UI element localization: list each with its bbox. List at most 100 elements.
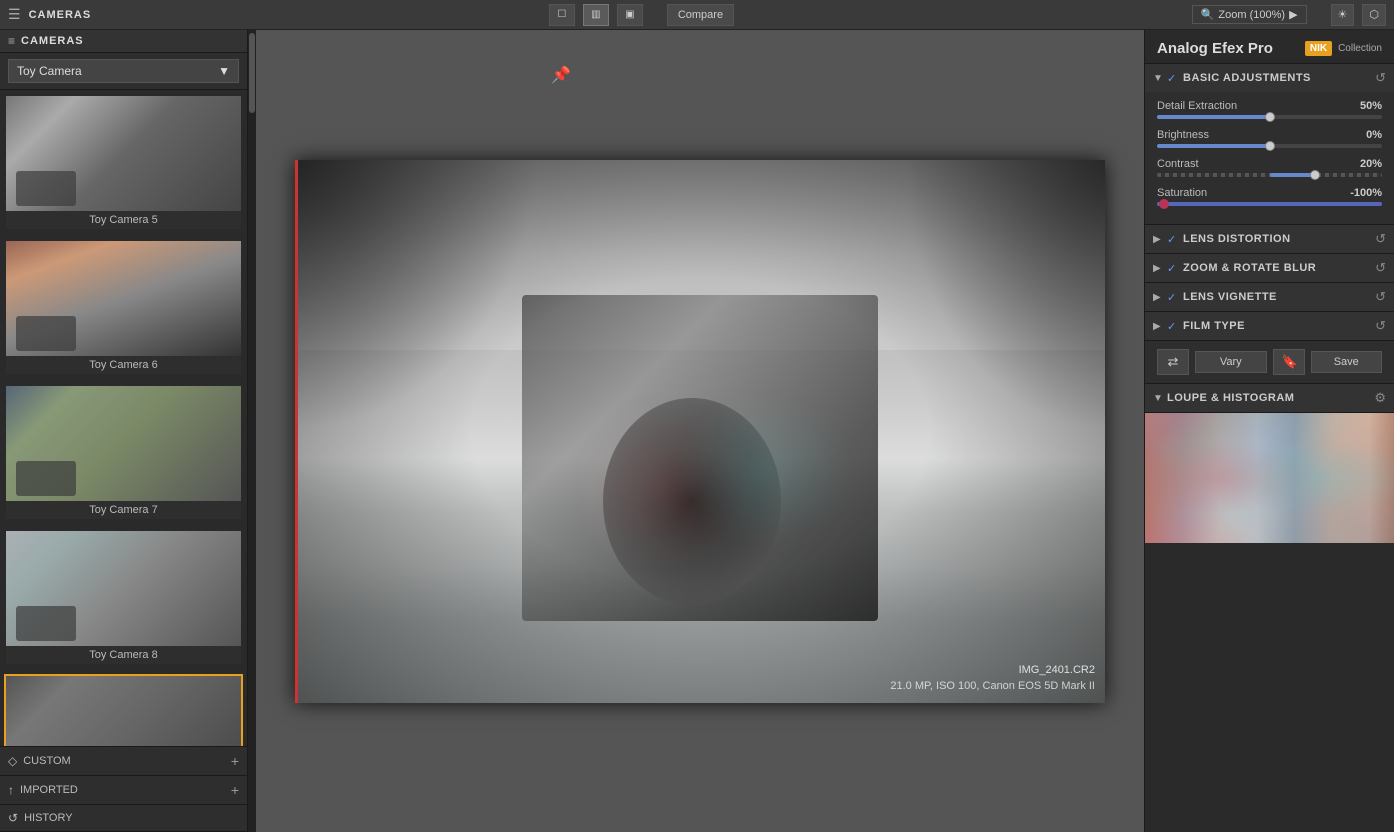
image-container: IMG_2401.CR2 21.0 MP, ISO 100, Canon EOS…	[295, 160, 1105, 703]
preset-item-toy7[interactable]: Toy Camera 7	[4, 384, 243, 521]
brightness-label-row: Brightness 0%	[1157, 129, 1382, 141]
left-sidebar-wrapper: ≡ CAMERAS Toy Camera ▼ Toy	[0, 30, 256, 832]
saturation-handle[interactable]	[1159, 199, 1169, 209]
saturation-label: Saturation	[1157, 187, 1207, 199]
zoom-rotate-blur-title: ZOOM & ROTATE BLUR	[1183, 262, 1371, 274]
preset-item-toy8[interactable]: Toy Camera 8	[4, 529, 243, 666]
saturation-fill	[1157, 202, 1382, 206]
loupe-settings-icon[interactable]: ⚙	[1374, 390, 1386, 406]
zoom-arrow[interactable]: ▶	[1289, 8, 1297, 21]
film-type-header[interactable]: ▶ ✓ FILM TYPE ↺	[1145, 312, 1394, 340]
loupe-expand-icon: ▼	[1153, 393, 1163, 404]
zoom-value: Zoom (100%)	[1218, 9, 1285, 21]
panel-title: Analog Efex Pro	[1157, 40, 1273, 57]
image-meta: 21.0 MP, ISO 100, Canon EOS 5D Mark II	[890, 678, 1095, 695]
zoom-rotate-expand-icon: ▶	[1153, 263, 1163, 274]
loupe-section: ▼ LOUPE & HISTOGRAM ⚙	[1145, 384, 1394, 832]
sidebar-header: ≡ CAMERAS	[0, 30, 247, 53]
nik-badge-area: NIK Collection	[1305, 41, 1382, 56]
view-double-btn[interactable]: ▣	[617, 4, 643, 26]
loupe-header[interactable]: ▼ LOUPE & HISTOGRAM ⚙	[1145, 384, 1394, 413]
brightness-handle[interactable]	[1265, 141, 1275, 151]
lens-distortion-reset-icon[interactable]: ↺	[1375, 231, 1386, 247]
imported-add-icon[interactable]: +	[231, 782, 239, 798]
preset-thumbnail-toy7	[6, 386, 241, 501]
sidebar-title: CAMERAS	[21, 35, 84, 47]
film-type-expand-icon: ▶	[1153, 321, 1163, 332]
view-single-btn[interactable]: ☐	[549, 4, 575, 26]
panel-title-area: Analog Efex Pro NIK Collection	[1145, 30, 1394, 64]
image-filename: IMG_2401.CR2	[890, 662, 1095, 679]
basic-adjustments-header[interactable]: ▼ ✓ BASIC ADJUSTMENTS ↺	[1145, 64, 1394, 92]
preset-thumb-inner-toy7	[6, 386, 241, 501]
brightness-value: 0%	[1366, 129, 1382, 141]
save-btn[interactable]: Save	[1311, 351, 1383, 373]
preset-dropdown-area: Toy Camera ▼	[0, 53, 247, 90]
custom-actions: +	[231, 753, 239, 769]
loupe-preview-inner	[1145, 413, 1394, 543]
view-split-btn[interactable]: ▥	[583, 4, 609, 26]
lens-distortion-title: LENS DISTORTION	[1183, 233, 1371, 245]
basic-reset-icon[interactable]: ↺	[1375, 70, 1386, 86]
basic-expand-icon: ▼	[1153, 73, 1163, 84]
preset-label-toy7: Toy Camera 7	[6, 501, 241, 519]
brightness-fill	[1157, 144, 1270, 148]
lens-vignette-section: ▶ ✓ LENS VIGNETTE ↺	[1145, 283, 1394, 312]
lens-distortion-check-icon[interactable]: ✓	[1167, 233, 1179, 246]
vary-btn[interactable]: Vary	[1195, 351, 1267, 373]
film-type-check-icon[interactable]: ✓	[1167, 320, 1179, 333]
saturation-row: Saturation -100%	[1157, 187, 1382, 206]
lens-distortion-header[interactable]: ▶ ✓ LENS DISTORTION ↺	[1145, 225, 1394, 253]
menu-icon[interactable]: ☰	[8, 6, 21, 23]
loupe-title: LOUPE & HISTOGRAM	[1167, 392, 1370, 404]
loupe-preview	[1145, 413, 1394, 543]
sidebar-imported[interactable]: ↑ IMPORTED +	[0, 776, 247, 805]
sidebar-history-label: ↺ HISTORY	[8, 811, 73, 825]
preset-dropdown[interactable]: Toy Camera ▼	[8, 59, 239, 83]
detail-extraction-handle[interactable]	[1265, 112, 1275, 122]
nik-badge: NIK	[1305, 41, 1332, 56]
brightness-track[interactable]	[1157, 144, 1382, 148]
lens-vignette-header[interactable]: ▶ ✓ LENS VIGNETTE ↺	[1145, 283, 1394, 311]
center-canvas: IMG_2401.CR2 21.0 MP, ISO 100, Canon EOS…	[256, 30, 1144, 832]
saturation-label-row: Saturation -100%	[1157, 187, 1382, 199]
saturation-track[interactable]	[1157, 202, 1382, 206]
shuffle-btn[interactable]: ⇄	[1157, 349, 1189, 375]
contrast-handle[interactable]	[1310, 170, 1320, 180]
zoom-rotate-blur-header[interactable]: ▶ ✓ ZOOM & ROTATE BLUR ↺	[1145, 254, 1394, 282]
preset-thumb-inner-toy8	[6, 531, 241, 646]
film-type-title: FILM TYPE	[1183, 320, 1371, 332]
brightness-label: Brightness	[1157, 129, 1209, 141]
sidebar-scroll-thumb	[249, 33, 255, 113]
sidebar-bottom: ◇ CUSTOM + ↑ IMPORTED +	[0, 746, 247, 832]
zoom-rotate-reset-icon[interactable]: ↺	[1375, 260, 1386, 276]
presets-list: Toy Camera 5 Toy Camera 6	[0, 90, 247, 746]
preset-item-toy6[interactable]: Toy Camera 6	[4, 239, 243, 376]
basic-check-icon[interactable]: ✓	[1167, 72, 1179, 85]
zoom-rotate-check-icon[interactable]: ✓	[1167, 262, 1179, 275]
film-type-reset-icon[interactable]: ↺	[1375, 318, 1386, 334]
sun-icon-btn[interactable]: ☀	[1331, 4, 1355, 26]
sidebar-history[interactable]: ↺ HISTORY	[0, 805, 247, 832]
custom-add-icon[interactable]: +	[231, 753, 239, 769]
lens-vignette-expand-icon: ▶	[1153, 292, 1163, 303]
right-panel: Analog Efex Pro NIK Collection ▼ ✓ BASIC…	[1144, 30, 1394, 832]
contrast-track[interactable]	[1157, 173, 1382, 177]
lens-distortion-section: ▶ ✓ LENS DISTORTION ↺	[1145, 225, 1394, 254]
preset-label-toy8: Toy Camera 8	[6, 646, 241, 664]
contrast-label: Contrast	[1157, 158, 1199, 170]
detail-extraction-value: 50%	[1360, 100, 1382, 112]
compare-btn[interactable]: Compare	[667, 4, 734, 26]
detail-extraction-track[interactable]	[1157, 115, 1382, 119]
detail-extraction-fill	[1157, 115, 1270, 119]
sidebar-custom[interactable]: ◇ CUSTOM +	[0, 747, 247, 776]
export-icon-btn[interactable]: ⬡	[1362, 4, 1386, 26]
sidebar-scrollbar[interactable]	[248, 30, 256, 832]
lens-vignette-check-icon[interactable]: ✓	[1167, 291, 1179, 304]
preset-thumbnail-toy5	[6, 96, 241, 211]
lens-vignette-reset-icon[interactable]: ↺	[1375, 289, 1386, 305]
preset-item-toy5[interactable]: Toy Camera 5	[4, 94, 243, 231]
preset-item-toy9[interactable]: Toy Camera 9	[4, 674, 243, 746]
detail-extraction-row: Detail Extraction 50%	[1157, 100, 1382, 119]
bookmark-btn[interactable]: 🔖	[1273, 349, 1305, 375]
